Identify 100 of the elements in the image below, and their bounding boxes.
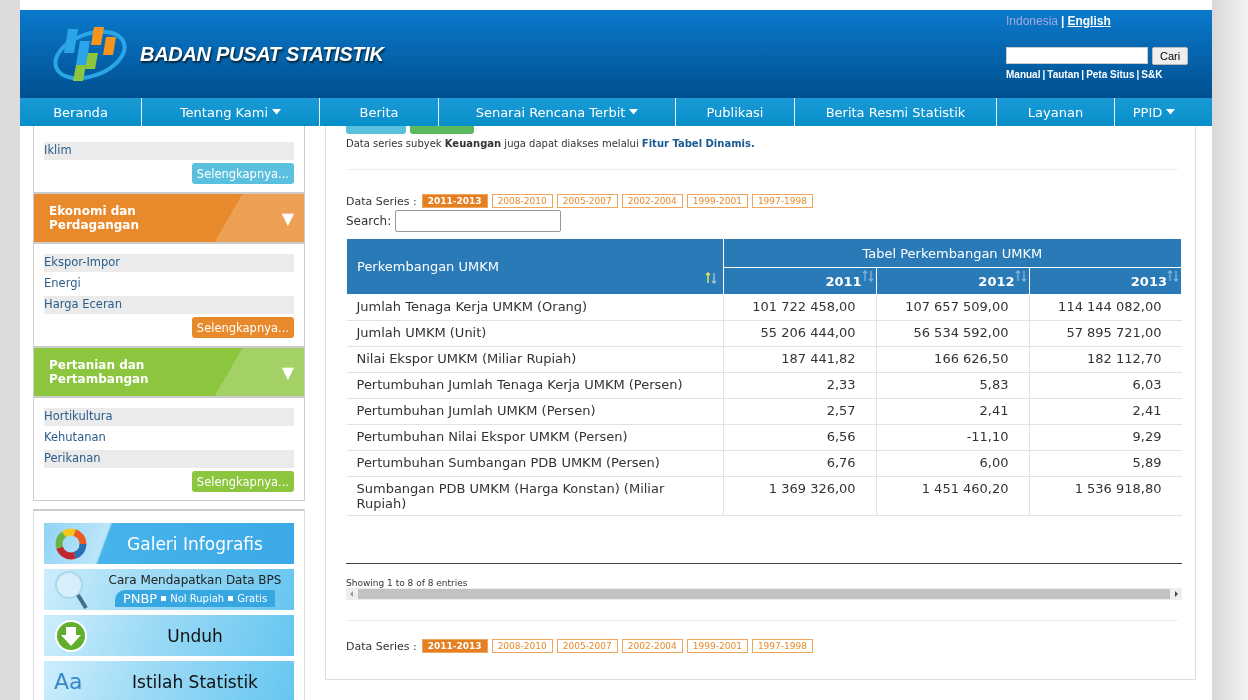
- banner-title: Galeri Infografis: [127, 533, 263, 554]
- language-link[interactable]: English: [1067, 14, 1111, 28]
- series-tab[interactable]: 1999-2001: [686, 194, 748, 208]
- language-link[interactable]: Indonesia: [1006, 14, 1059, 28]
- column-header[interactable]: Perkembangan UMKM: [346, 238, 724, 295]
- group-header: Tabel Perkembangan UMKM: [723, 238, 1182, 268]
- table-cell: 1 369 326,00: [723, 476, 877, 516]
- search-button[interactable]: Cari: [1152, 47, 1189, 65]
- separator: |: [1136, 69, 1140, 80]
- banner-subtitle: PNBP: [122, 590, 158, 606]
- more-button[interactable]: Selengkapnya...: [191, 471, 294, 492]
- bullet-icon: [228, 595, 234, 601]
- series-tab[interactable]: 1997-1998: [751, 639, 813, 653]
- series-tab[interactable]: 2005-2007: [556, 639, 618, 653]
- column-header[interactable]: 2012: [876, 267, 1030, 295]
- table-cell: Pertumbuhan Nilai Ekspor UMKM (Persen): [346, 424, 724, 451]
- table-cell: 1 451 460,20: [876, 476, 1030, 516]
- category-link[interactable]: Harga Eceran: [44, 296, 294, 314]
- series-tab[interactable]: 2005-2007: [556, 194, 618, 208]
- nav-item[interactable]: PPID: [1114, 98, 1193, 126]
- table-cell: 55 206 444,00: [723, 320, 877, 347]
- table-cell: 5,83: [876, 372, 1030, 399]
- nav-item[interactable]: Tentang Kami: [141, 98, 319, 126]
- nav-item[interactable]: Berita Resmi Statistik: [794, 98, 996, 126]
- category-link[interactable]: Perikanan: [44, 450, 294, 468]
- sort-icon: [861, 270, 874, 282]
- caret-icon: [1166, 109, 1176, 115]
- separator: |: [1042, 69, 1046, 80]
- banner[interactable]: Galeri Infografis: [44, 523, 294, 564]
- table-cell: 166 626,50: [876, 346, 1030, 373]
- series-tab[interactable]: 1997-1998: [751, 194, 813, 208]
- header-link[interactable]: Peta Situs: [1086, 69, 1135, 80]
- scroll-left-icon[interactable]: [348, 590, 356, 598]
- banner[interactable]: Unduh: [44, 615, 294, 656]
- toggle-arrow[interactable]: ▼: [281, 208, 294, 228]
- category-header[interactable]: Pertanian dan Pertambangan ▼: [34, 346, 304, 398]
- category-title: Pertanian dan Pertambangan: [49, 358, 150, 386]
- table-cell: 6,56: [723, 424, 877, 451]
- bullet-icon: [161, 595, 167, 601]
- button[interactable]: [346, 126, 406, 134]
- table-cell: 6,76: [723, 450, 877, 477]
- banner-subtitle: Gratis: [237, 592, 268, 604]
- banner-title: Cara Mendapatkan Data BPS: [108, 572, 282, 587]
- table-cell: -11,10: [876, 424, 1030, 451]
- button[interactable]: [410, 126, 474, 134]
- table-cell: 5,89: [1029, 450, 1182, 477]
- dynamic-table-link[interactable]: Fitur Tabel Dinamis.: [641, 138, 755, 149]
- series-tab[interactable]: 2011-2013: [421, 639, 488, 653]
- header-link[interactable]: S&K: [1141, 69, 1163, 80]
- category-link[interactable]: Ekspor-Impor: [44, 254, 294, 272]
- series-tab[interactable]: 2002-2004: [621, 194, 683, 208]
- scroll-right-icon[interactable]: [1172, 590, 1180, 598]
- banner-subtitle: Nol Rupiah: [170, 592, 225, 604]
- table-cell: 2,33: [723, 372, 877, 399]
- banner[interactable]: Cara Mendapatkan Data BPS PNBP Nol Rupiah Gratis: [44, 569, 294, 610]
- caret-icon: [629, 109, 639, 115]
- banner[interactable]: Aa Istilah Statistik: [44, 661, 294, 700]
- column-header[interactable]: 2011: [723, 267, 877, 295]
- series-tab[interactable]: 2008-2010: [491, 194, 553, 208]
- sort-icon: [1167, 270, 1179, 282]
- category-title: Ekonomi dan Perdagangan: [49, 204, 140, 232]
- search-field[interactable]: [1006, 47, 1148, 64]
- header-link[interactable]: Manual: [1006, 69, 1041, 80]
- download-icon: [54, 618, 88, 653]
- donut-chart-icon: [54, 526, 88, 561]
- entries-info: Showing 1 to 8 of 8 entries: [346, 578, 469, 588]
- banner-title: Istilah Statistik: [132, 671, 258, 692]
- header-link[interactable]: Tautan: [1047, 69, 1080, 80]
- table-cell: 9,29: [1029, 424, 1182, 451]
- sort-icon: [1014, 270, 1027, 282]
- search-label: Search:: [346, 214, 392, 228]
- table-cell: 107 657 509,00: [876, 294, 1030, 321]
- category-link[interactable]: Hortikultura: [44, 408, 294, 426]
- series-label: Data Series :: [346, 639, 417, 653]
- category-header[interactable]: Ekonomi dan Perdagangan ▼: [34, 192, 304, 244]
- category-link[interactable]: Kehutanan: [44, 429, 294, 447]
- table-cell: 57 895 721,00: [1029, 320, 1182, 347]
- nav-item[interactable]: Publikasi: [675, 98, 794, 126]
- table-cell: 2,41: [876, 398, 1030, 425]
- table-cell: 182 112,70: [1029, 346, 1182, 373]
- column-header[interactable]: 2013: [1029, 267, 1182, 295]
- table-cell: Pertumbuhan Jumlah Tenaga Kerja UMKM (Persen): [346, 372, 724, 399]
- table-cell: 114 144 082,00: [1029, 294, 1182, 321]
- nav-item[interactable]: Beranda: [20, 98, 141, 126]
- series-tab[interactable]: 2008-2010: [491, 639, 553, 653]
- series-tab[interactable]: 2011-2013: [421, 194, 488, 208]
- category-link[interactable]: Iklim: [44, 142, 294, 160]
- more-button[interactable]: Selengkapnya...: [191, 163, 294, 184]
- series-tab[interactable]: 2002-2004: [621, 639, 683, 653]
- category-link[interactable]: Energi: [44, 275, 294, 293]
- table-cell: 6,00: [876, 450, 1030, 477]
- horizontal-scrollbar[interactable]: [346, 588, 1182, 600]
- search-field[interactable]: [395, 210, 562, 232]
- toggle-arrow[interactable]: ▼: [281, 362, 294, 382]
- table-cell: 187 441,82: [723, 346, 877, 373]
- table-cell: 2,41: [1029, 398, 1182, 425]
- table-cell: Jumlah Tenaga Kerja UMKM (Orang): [346, 294, 724, 321]
- more-button[interactable]: Selengkapnya...: [191, 317, 294, 338]
- series-tab[interactable]: 1999-2001: [686, 639, 748, 653]
- nav-item[interactable]: Layanan: [996, 98, 1114, 126]
